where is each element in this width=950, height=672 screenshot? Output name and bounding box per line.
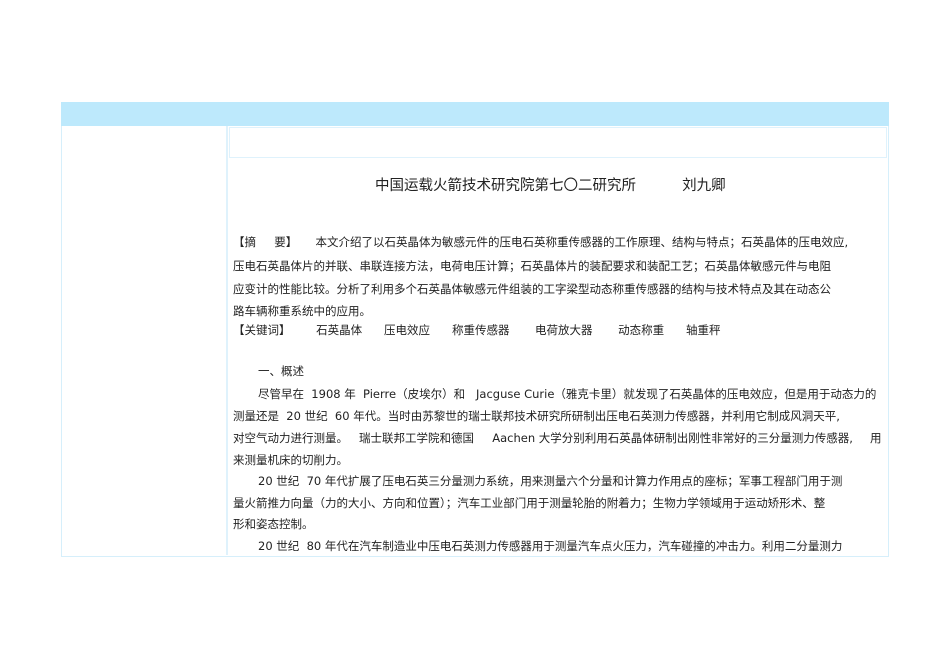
left-column [62, 126, 228, 555]
table-header-band [61, 102, 889, 126]
body-line: 对空气动力进行测量。 瑞士联邦工学院和德国 Aachen 大学分别利用石英晶体研… [233, 431, 853, 445]
abstract-line: 路车辆称重系统中的应用。 [233, 304, 371, 318]
empty-cell [229, 127, 887, 158]
abstract-line: 【摘 要】 本文介绍了以石英晶体为敏感元件的压电石英称重传感器的工作原理、结构与… [233, 235, 849, 249]
body-line: 尽管早在 1908 年 Pierre（皮埃尔）和 Jacguse Curie（雅… [258, 387, 877, 401]
body-line-trailing: 用 [870, 431, 882, 445]
document-title: 中国运载火箭技术研究院第七〇二研究所 刘九卿 [375, 178, 726, 194]
body-line: 量火箭推力向量（力的大小、方向和位置）；汽车工业部门用于测量轮胎的附着力；生物力… [233, 496, 826, 510]
section-heading: 一、概述 [258, 364, 304, 378]
body-line: 20 世纪 80 年代在汽车制造业中压电石英测力传感器用于测量汽车点火压力，汽车… [258, 539, 843, 553]
body-line: 20 世纪 70 年代扩展了压电石英三分量测力系统，用来测量六个分量和计算力作用… [258, 474, 843, 488]
body-line: 来测量机床的切削力。 [233, 453, 348, 467]
body-line: 形和姿态控制。 [233, 517, 314, 531]
abstract-line: 应变计的性能比较。分析了利用多个石英晶体敏感元件组装的工字梁型动态称重传感器的结… [233, 282, 831, 296]
abstract-line: 压电石英晶体片的并联、串联连接方法，电荷电压计算；石英晶体片的装配要求和装配工艺… [233, 259, 831, 273]
keywords-line: 【关键词】 石英晶体 压电效应 称重传感器 电荷放大器 动态称重 轴重秤 [233, 323, 721, 337]
body-line: 测量还是 20 世纪 60 年代。当时由苏黎世的瑞士联邦技术研究所研制出压电石英… [233, 409, 840, 423]
